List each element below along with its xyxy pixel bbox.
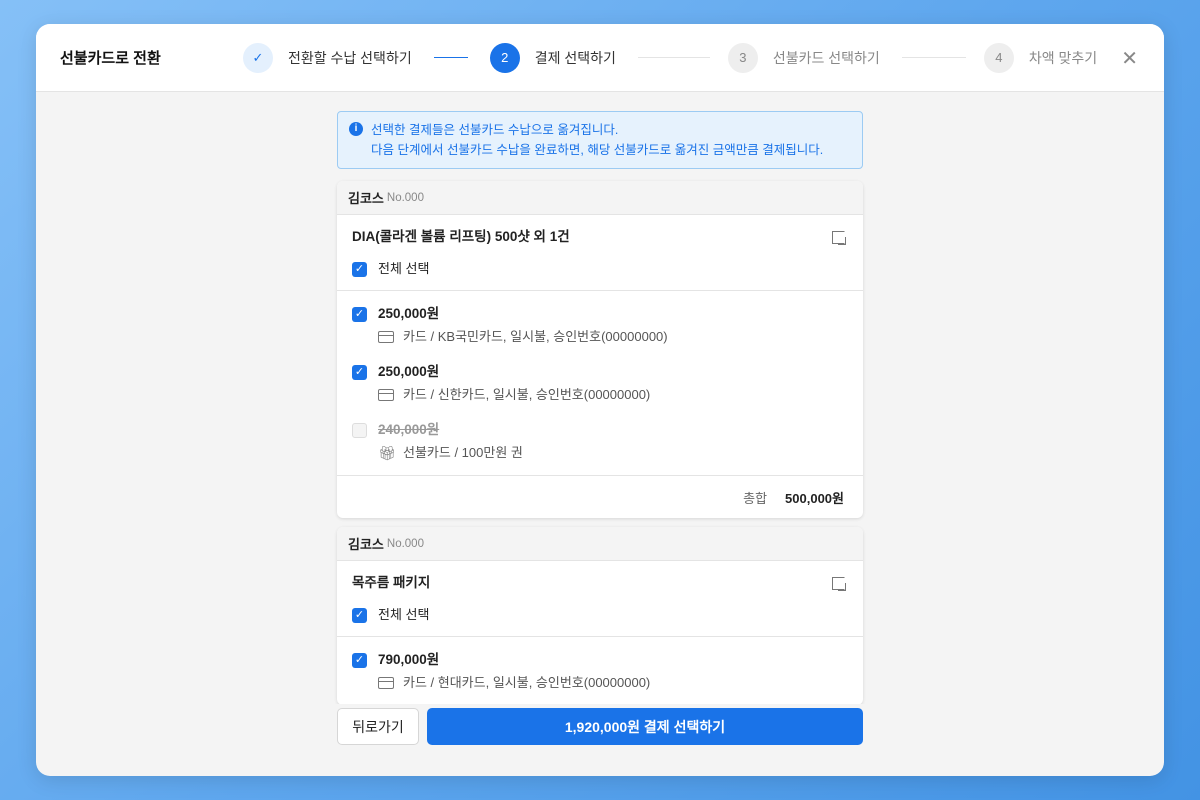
payment-checkbox-disabled: 240,000원 <box>352 421 848 439</box>
step-connector <box>433 57 468 58</box>
step-2: 2 결제 선택하기 <box>489 42 616 73</box>
payment-item: ✓ 250,000원 카드 / KB국민카드, 일시불, 승인번호(0000000… <box>352 295 848 353</box>
customer-header: 김코스 No.000 <box>337 527 863 561</box>
select-all-label: 전체 선택 <box>378 261 430 276</box>
payment-amount: 240,000원 <box>378 422 440 437</box>
checkbox-checked-icon: ✓ <box>352 652 367 668</box>
step-connector <box>901 57 966 58</box>
payment-detail: 카드 / 신한카드, 일시불, 승인번호(00000000) <box>403 387 651 402</box>
open-detail-icon[interactable] <box>832 231 846 245</box>
customer-name: 김코스 <box>348 537 384 552</box>
check-icon: ✓ <box>243 42 273 73</box>
payment-card: 김코스 No.000 DIA(콜라겐 볼륨 리프팅) 500샷 외 1건 ✓ 전체 … <box>337 181 863 518</box>
payment-amount: 790,000원 <box>378 652 440 667</box>
product-name: 목주름 패키지 <box>352 575 431 590</box>
convert-modal: 선불카드로 전환 ✓ 전환할 수납 선택하기 2 결제 선택하기 3 선불카드 선택하… <box>36 24 1164 776</box>
total-label: 총합 <box>743 490 768 506</box>
customer-header: 김코스 No.000 <box>337 181 863 215</box>
step-1: ✓ 전환할 수납 선택하기 <box>243 42 412 73</box>
info-line-2: 다음 단계에서 선불카드 수납을 완료하면, 해당 선불카드로 옮겨진 금액만큼… <box>371 143 824 157</box>
customer-no: No.000 <box>386 537 424 550</box>
payment-item: 240,000원 🎁︎ 선불카드 / 100만원 권 <box>352 411 848 469</box>
step-label: 결제 선택하기 <box>534 49 616 66</box>
card-total: 총합 500,000원 <box>337 475 863 518</box>
payment-checkbox[interactable]: ✓ 790,000원 <box>352 651 848 669</box>
step-label: 차액 맞추기 <box>1028 49 1098 66</box>
payment-amount: 250,000원 <box>378 364 440 379</box>
checkbox-checked-icon: ✓ <box>352 261 367 277</box>
info-line-1: 선택한 결제들은 선불카드 수납으로 옮겨집니다. <box>371 123 619 137</box>
step-label: 선불카드 선택하기 <box>772 49 880 66</box>
customer-name: 김코스 <box>348 191 384 206</box>
payment-detail: 카드 / 현대카드, 일시불, 승인번호(00000000) <box>403 675 651 690</box>
step-connector <box>637 57 710 58</box>
checkbox-checked-icon: ✓ <box>352 306 367 322</box>
info-banner: i 선택한 결제들은 선불카드 수납으로 옮겨집니다. 다음 단계에서 선불카드… <box>337 111 863 169</box>
checkbox-checked-icon: ✓ <box>352 364 367 380</box>
select-all-label: 전체 선택 <box>378 607 430 622</box>
credit-card-icon <box>378 677 394 689</box>
credit-card-icon <box>378 331 394 343</box>
step-4: 4 차액 맞추기 <box>983 42 1098 73</box>
payment-detail: 카드 / KB국민카드, 일시불, 승인번호(00000000) <box>403 329 668 344</box>
step-3: 3 선불카드 선택하기 <box>727 42 880 73</box>
credit-card-icon <box>378 389 394 401</box>
payment-checkbox[interactable]: ✓ 250,000원 <box>352 363 848 381</box>
info-icon: i <box>349 122 363 136</box>
payment-detail: 선불카드 / 100만원 권 <box>403 445 523 460</box>
select-all-checkbox[interactable]: ✓ 전체 선택 <box>352 260 848 278</box>
payment-checkbox[interactable]: ✓ 250,000원 <box>352 305 848 323</box>
close-icon[interactable]: ✕ <box>1121 46 1138 71</box>
product-name: DIA(콜라겐 볼륨 리프팅) 500샷 외 1건 <box>352 229 570 244</box>
modal-footer: 뒤로가기 1,920,000원 결제 선택하기 <box>36 704 1164 776</box>
step-number: 2 <box>489 42 520 73</box>
checkbox-disabled-icon <box>352 422 367 438</box>
back-button[interactable]: 뒤로가기 <box>337 708 419 745</box>
total-value: 500,000원 <box>785 490 844 506</box>
payment-amount: 250,000원 <box>378 306 440 321</box>
content-scroll[interactable]: i 선택한 결제들은 선불카드 수납으로 옮겨집니다. 다음 단계에서 선불카드… <box>36 92 1164 704</box>
gift-icon: 🎁︎ <box>378 445 396 461</box>
payment-item: ✓ 790,000원 카드 / 현대카드, 일시불, 승인번호(00000000) <box>352 641 848 699</box>
checkbox-checked-icon: ✓ <box>352 607 367 623</box>
payment-item: ✓ 250,000원 카드 / 신한카드, 일시불, 승인번호(00000000) <box>352 353 848 411</box>
select-all-checkbox[interactable]: ✓ 전체 선택 <box>352 606 848 624</box>
payment-card: 김코스 No.000 목주름 패키지 ✓ 전체 선택 ✓ 790,000원 카드 / … <box>337 527 863 704</box>
step-number: 3 <box>727 42 758 73</box>
stepper: ✓ 전환할 수납 선택하기 2 결제 선택하기 3 선불카드 선택하기 4 차액 맞추기 <box>243 42 1098 73</box>
open-detail-icon[interactable] <box>832 577 846 591</box>
submit-button[interactable]: 1,920,000원 결제 선택하기 <box>427 708 863 745</box>
modal-title: 선불카드로 전환 <box>60 50 161 67</box>
customer-no: No.000 <box>386 191 424 204</box>
step-label: 전환할 수납 선택하기 <box>288 49 412 66</box>
modal-header: 선불카드로 전환 ✓ 전환할 수납 선택하기 2 결제 선택하기 3 선불카드 선택하… <box>36 24 1164 92</box>
step-number: 4 <box>983 42 1014 73</box>
